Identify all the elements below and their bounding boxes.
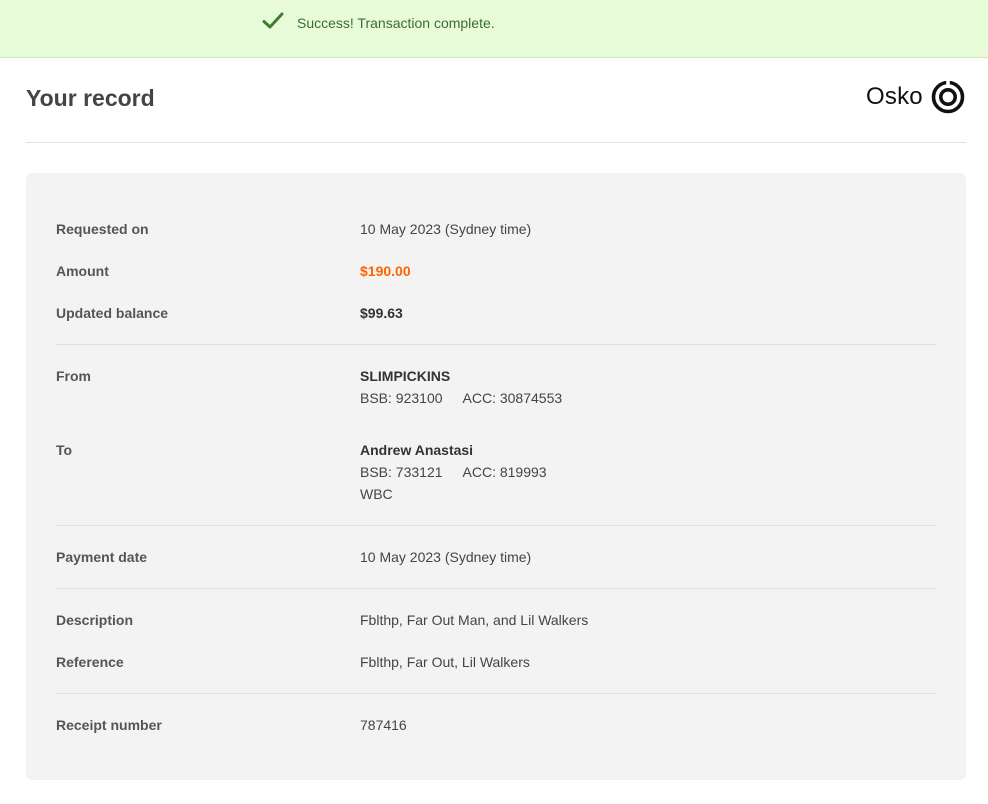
page-title: Your record — [26, 85, 155, 111]
updated-balance-value: $99.63 — [360, 305, 403, 321]
description-label: Description — [56, 612, 134, 628]
requested-on-label: Requested on — [56, 221, 149, 237]
reference-value: Fblthp, Far Out, Lil Walkers — [360, 654, 530, 670]
to-details: Andrew Anastasi BSB: 733121 ACC: 819993 W… — [360, 439, 547, 505]
to-account-name: Andrew Anastasi — [360, 442, 474, 458]
from-details: SLIMPICKINS BSB: 923100 ACC: 30874553 — [360, 365, 562, 409]
section-divider — [56, 344, 936, 345]
success-message: Success! Transaction complete. — [297, 15, 495, 31]
record-card: Requested on 10 May 2023 (Sydney time) A… — [26, 173, 966, 780]
to-acc: ACC: 819993 — [462, 464, 547, 480]
section-divider — [56, 525, 936, 526]
amount-label: Amount — [56, 263, 109, 279]
payment-date-value: 10 May 2023 (Sydney time) — [360, 549, 532, 565]
to-label: To — [56, 442, 73, 458]
from-account-name: SLIMPICKINS — [360, 368, 451, 384]
title-divider — [26, 142, 966, 143]
to-account-numbers: BSB: 733121 ACC: 819993 — [360, 461, 547, 483]
payment-date-label: Payment date — [56, 549, 148, 565]
section-divider — [56, 693, 936, 694]
checkmark-icon — [262, 12, 284, 29]
to-bsb: BSB: 733121 — [360, 464, 443, 480]
requested-on-value: 10 May 2023 (Sydney time) — [360, 221, 532, 237]
from-label: From — [56, 368, 91, 384]
description-value: Fblthp, Far Out Man, and Lil Walkers — [360, 612, 589, 628]
from-bsb: BSB: 923100 — [360, 390, 443, 406]
updated-balance-label: Updated balance — [56, 305, 169, 321]
receipt-number-value: 787416 — [360, 717, 407, 733]
to-bank: WBC — [360, 486, 393, 502]
receipt-number-label: Receipt number — [56, 717, 162, 733]
osko-logo: Osko — [866, 79, 965, 115]
reference-label: Reference — [56, 654, 124, 670]
osko-ring-icon — [931, 80, 965, 114]
amount-value: $190.00 — [360, 263, 411, 279]
from-account-numbers: BSB: 923100 ACC: 30874553 — [360, 387, 562, 409]
success-banner: Success! Transaction complete. — [0, 0, 988, 58]
from-acc: ACC: 30874553 — [462, 390, 563, 406]
section-divider — [56, 588, 936, 589]
osko-wordmark: Osko — [866, 83, 923, 110]
